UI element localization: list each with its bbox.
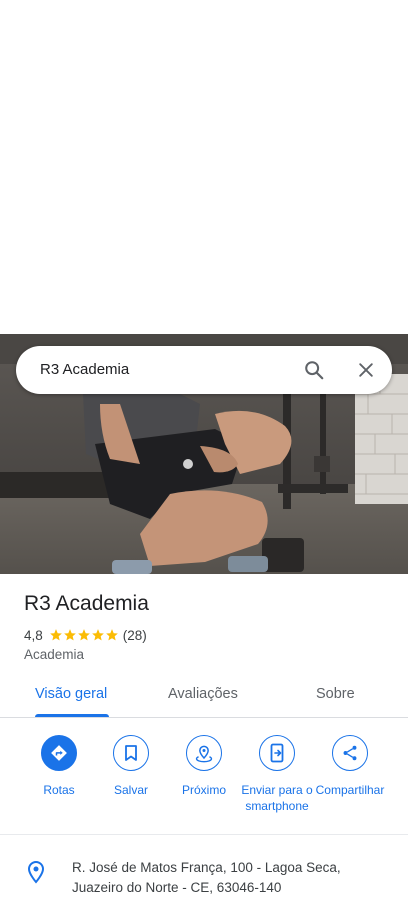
action-bar: Rotas Salvar Próximo Enviar para o smart… — [0, 719, 408, 835]
star-icon — [91, 629, 104, 641]
save-label: Salvar — [113, 783, 148, 797]
send-to-phone-icon — [270, 743, 284, 763]
map-area-blank — [0, 0, 408, 334]
tab-reviews[interactable]: Avaliações — [168, 686, 238, 702]
send-to-phone-label: Enviar para o smartphone — [241, 783, 313, 813]
share-circle — [332, 735, 368, 771]
save-button[interactable]: Salvar — [93, 735, 169, 798]
place-category: Academia — [24, 647, 85, 662]
search-input[interactable] — [40, 346, 280, 394]
share-label: Compartilhar — [315, 783, 385, 797]
star-icon — [49, 629, 62, 641]
place-tabs: Visão geral Avaliações Sobre — [0, 674, 408, 718]
search-button[interactable] — [300, 356, 328, 384]
clear-search-button[interactable] — [352, 356, 380, 384]
place-title: R3 Academia — [24, 592, 149, 615]
send-to-phone-circle — [259, 735, 295, 771]
location-pin-icon — [27, 860, 45, 884]
nearby-circle — [186, 735, 222, 771]
nearby-button[interactable]: Próximo — [166, 735, 242, 798]
directions-label: Rotas — [43, 783, 75, 797]
send-to-phone-button[interactable]: Enviar para o smartphone — [239, 735, 315, 814]
star-icon — [63, 629, 76, 641]
rating-stars — [49, 628, 119, 642]
rating-value: 4,8 — [24, 627, 43, 643]
directions-icon — [51, 745, 67, 761]
address-text: R. José de Matos França, 100 - Lagoa Sec… — [72, 860, 341, 895]
rating-summary[interactable]: 4,8 (28) — [24, 626, 147, 644]
review-count: (28) — [122, 627, 147, 643]
star-icon — [105, 629, 118, 641]
tab-about[interactable]: Sobre — [316, 686, 355, 702]
search-icon — [305, 361, 324, 380]
share-icon — [343, 745, 357, 761]
bookmark-icon — [125, 745, 137, 761]
tab-overview[interactable]: Visão geral — [35, 686, 107, 702]
nearby-icon — [195, 745, 213, 763]
nearby-label: Próximo — [181, 783, 226, 797]
directions-button[interactable]: Rotas — [21, 735, 97, 798]
star-icon — [77, 629, 90, 641]
active-tab-indicator — [35, 714, 109, 717]
share-button[interactable]: Compartilhar — [312, 735, 388, 798]
address-row[interactable]: R. José de Matos França, 100 - Lagoa Sec… — [0, 836, 408, 908]
save-circle — [113, 735, 149, 771]
search-bar — [16, 346, 392, 394]
close-icon — [359, 363, 373, 377]
directions-circle — [41, 735, 77, 771]
